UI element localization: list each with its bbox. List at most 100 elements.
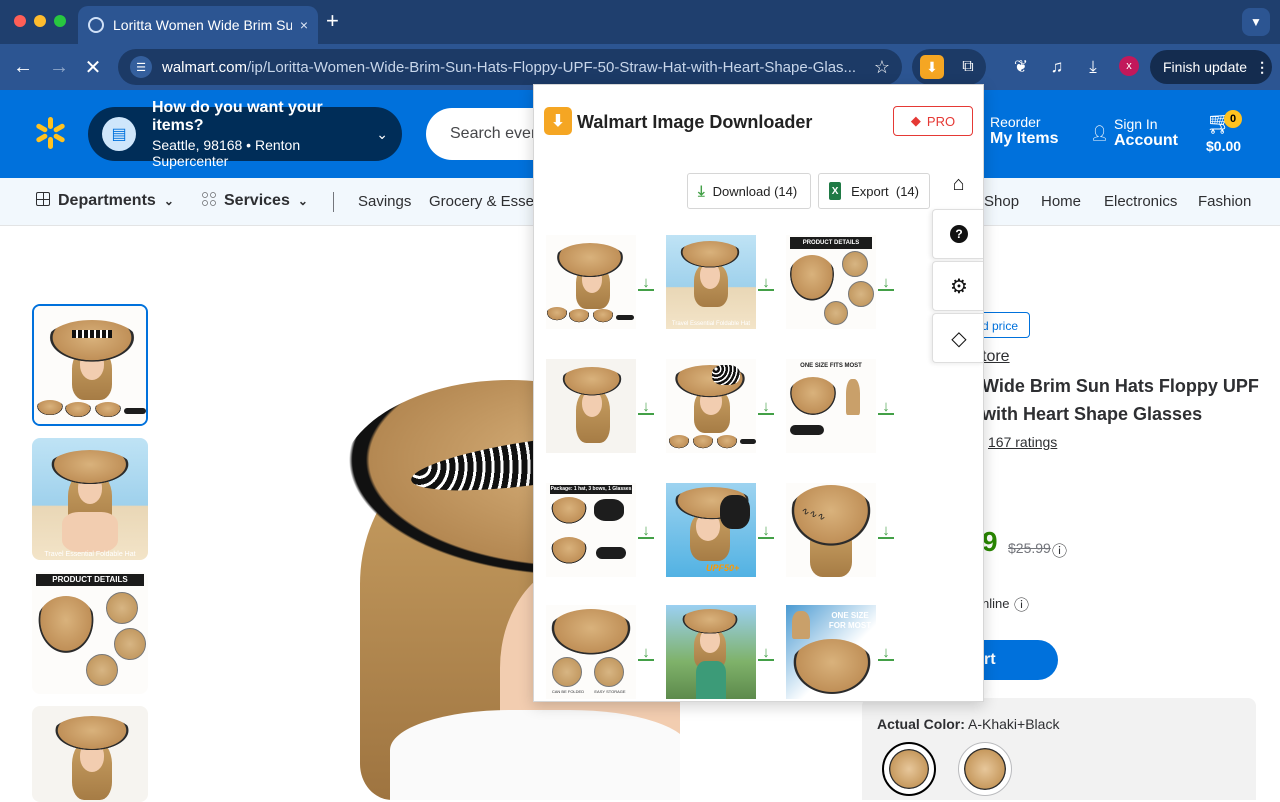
reorder-my-items-link[interactable]: Reorder My Items: [990, 114, 1058, 148]
info-icon[interactable]: ⓘ: [1014, 594, 1029, 615]
product-thumbnail[interactable]: PRODUCT DETAILS: [32, 572, 148, 694]
settings-tab[interactable]: ⚙: [932, 261, 983, 311]
leaf-extension-icon[interactable]: ❦: [1008, 54, 1034, 80]
subnav-link-savings[interactable]: Savings: [358, 193, 411, 210]
download-image-icon[interactable]: ↓: [758, 645, 774, 661]
url-text[interactable]: walmart.com/ip/Loritta-Women-Wide-Brim-S…: [162, 59, 866, 76]
download-image-icon[interactable]: ↓: [758, 275, 774, 291]
grid-image[interactable]: [666, 605, 756, 699]
grid-image[interactable]: PRODUCT DETAILS: [786, 235, 876, 329]
add-to-cart-button[interactable]: rt: [984, 640, 1058, 680]
export-button[interactable]: X Export (14): [818, 173, 930, 209]
tab-close-icon[interactable]: ×: [300, 17, 308, 33]
loading-favicon-icon: [88, 17, 104, 33]
subnav-link-grocery[interactable]: Grocery & Essent: [429, 193, 547, 210]
grid-image[interactable]: Travel Essential Foldable Hat: [666, 235, 756, 329]
fulfillment-location-selector[interactable]: ▤ How do you want your items? Seattle, 9…: [88, 99, 402, 169]
window-close-button[interactable]: [14, 15, 26, 27]
download-all-button[interactable]: ⤓ Download (14): [687, 173, 811, 209]
download-image-icon[interactable]: ↓: [878, 399, 894, 415]
grid-label: PRODUCT DETAILS: [790, 237, 872, 249]
media-controls-icon[interactable]: ♫: [1044, 54, 1070, 80]
grid-image[interactable]: UPF50+: [666, 483, 756, 577]
subnav-link-fashion[interactable]: Fashion: [1198, 193, 1251, 210]
grid-image[interactable]: Package: 1 hat, 3 bows, 1 Glasses: [546, 483, 636, 577]
excel-icon: X: [829, 182, 842, 200]
window-minimize-button[interactable]: [34, 15, 46, 27]
grid-image[interactable]: [546, 359, 636, 453]
download-image-icon[interactable]: ↓: [638, 275, 654, 291]
was-price: $25.99: [1008, 540, 1051, 556]
subnav-link-home[interactable]: Home: [1041, 193, 1081, 210]
departments-label: Departments: [58, 192, 156, 209]
current-price: 9: [982, 526, 998, 557]
address-bar[interactable]: ☰ walmart.com/ip/Loritta-Women-Wide-Brim…: [118, 49, 902, 85]
product-thumbnail[interactable]: [32, 304, 148, 426]
site-settings-icon[interactable]: ☰: [130, 56, 152, 78]
download-image-icon[interactable]: ↓: [638, 523, 654, 539]
back-button[interactable]: ←: [8, 52, 38, 82]
grid-image[interactable]: ONE SIZE FOR MOST: [786, 605, 876, 699]
grid-label: Package: 1 hat, 3 bows, 1 Glasses: [550, 485, 632, 494]
tab-search-button[interactable]: ▼: [1242, 8, 1270, 36]
grid-caption: Travel Essential Foldable Hat: [671, 321, 751, 327]
grid-image[interactable]: CAN BE FOLDED EASY STORAGE: [546, 605, 636, 699]
download-image-icon[interactable]: ↓: [878, 645, 894, 661]
price-badge: d price: [978, 312, 1030, 338]
profile-avatar[interactable]: x: [1119, 56, 1139, 76]
walmart-spark-logo[interactable]: [34, 117, 66, 149]
home-tab[interactable]: ⌂: [932, 159, 983, 209]
download-image-icon[interactable]: ↓: [758, 399, 774, 415]
product-title-line1: Wide Brim Sun Hats Floppy UPF: [982, 376, 1259, 396]
account-label: Account: [1114, 132, 1178, 149]
download-icon: ⤓: [698, 182, 705, 200]
download-image-icon[interactable]: ↓: [638, 645, 654, 661]
store-link[interactable]: tore: [982, 348, 1010, 366]
diamond-icon: ◇: [951, 327, 967, 350]
price-info-icon[interactable]: ⓘ: [1052, 540, 1067, 561]
new-tab-button[interactable]: +: [326, 10, 339, 32]
help-tab[interactable]: ?: [932, 209, 983, 259]
download-image-icon[interactable]: ↓: [878, 275, 894, 291]
departments-menu[interactable]: Departments ⌄: [36, 192, 174, 210]
color-swatch-khaki-black[interactable]: [882, 742, 936, 796]
downloads-icon[interactable]: ⤓: [1080, 54, 1106, 80]
forward-button[interactable]: →: [44, 52, 74, 82]
subnav-link-electronics[interactable]: Electronics: [1104, 193, 1177, 210]
subnav-link-shop[interactable]: Shop: [984, 193, 1019, 210]
product-thumbnail[interactable]: [32, 706, 148, 802]
product-details-label: PRODUCT DETAILS: [36, 574, 144, 586]
chevron-down-icon: ⌄: [297, 194, 308, 208]
diamond-icon: ◆: [910, 113, 921, 128]
download-logo-icon: ⬇: [544, 107, 572, 135]
help-icon: ?: [950, 225, 968, 243]
image-downloader-extension-icon[interactable]: ⬇: [920, 55, 944, 79]
ratings-link[interactable]: 167 ratings: [988, 434, 1057, 450]
finish-update-button[interactable]: Finish update ⋮: [1150, 50, 1272, 84]
grid-label: EASY STORAGE: [594, 689, 626, 694]
product-thumbnail[interactable]: Travel Essential Foldable Hat: [32, 438, 148, 560]
download-image-icon[interactable]: ↓: [638, 399, 654, 415]
color-swatch-alt[interactable]: [958, 742, 1012, 796]
grid-image[interactable]: ∿∿∿: [786, 483, 876, 577]
bookmark-star-icon[interactable]: ☆: [874, 57, 890, 78]
product-title-line2: with Heart Shape Glasses: [982, 404, 1203, 424]
export-label: Export: [851, 183, 889, 199]
services-menu[interactable]: Services ⌄: [202, 192, 308, 210]
sign-in-account-link[interactable]: 👤︎ Sign In Account: [1090, 116, 1178, 150]
pro-button[interactable]: ◆ PRO: [893, 106, 973, 136]
browser-tab-active[interactable]: Loritta Women Wide Brim Sun Hats Floppy …: [78, 6, 318, 44]
my-items-label: My Items: [990, 130, 1059, 147]
grid-image[interactable]: ONE SIZE FITS MOST: [786, 359, 876, 453]
premium-tab[interactable]: ◇: [932, 313, 983, 363]
download-image-icon[interactable]: ↓: [878, 523, 894, 539]
window-zoom-button[interactable]: [54, 15, 66, 27]
actual-color-key: Actual Color:: [877, 716, 965, 732]
product-image: PRODUCT DETAILS: [32, 572, 148, 694]
download-image-icon[interactable]: ↓: [758, 523, 774, 539]
cart-button[interactable]: 🛒︎ 0 $0.00: [1206, 110, 1256, 154]
stop-loading-button[interactable]: ✕: [78, 52, 108, 82]
grid-image[interactable]: [666, 359, 756, 453]
grid-image[interactable]: [546, 235, 636, 329]
extensions-puzzle-icon[interactable]: ⧉: [956, 55, 980, 79]
